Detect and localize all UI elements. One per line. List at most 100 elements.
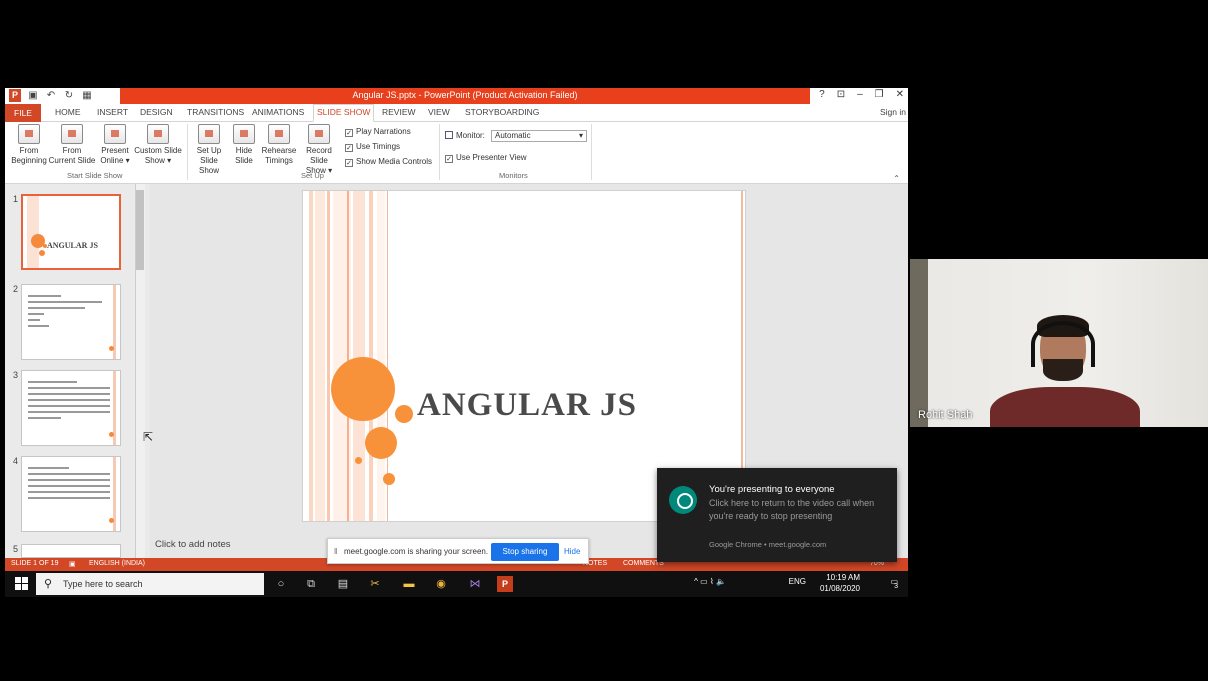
- help-icon[interactable]: ?: [819, 89, 825, 100]
- slideshow-current-icon: [61, 124, 83, 144]
- scrollbar-thumb[interactable]: [136, 190, 144, 270]
- group-label-start: Start Slide Show: [67, 171, 123, 180]
- clock-date[interactable]: 01/08/2020: [820, 584, 860, 593]
- chevron-down-icon: ▾: [578, 131, 583, 140]
- windows-taskbar: ⚲ Type here to search ○ ⧉ ▤ ✂ ▬ ◉ ⋈ P ^ …: [5, 571, 908, 597]
- powerpoint-icon: P: [9, 89, 21, 102]
- record-icon: [308, 124, 330, 144]
- checkmark-icon: ✓: [345, 129, 353, 137]
- group-label-setup: Set Up: [301, 171, 324, 180]
- decorative-circle: [365, 427, 397, 459]
- collapse-ribbon-icon[interactable]: ⌃: [893, 174, 900, 183]
- monitor-select[interactable]: Automatic ▾: [491, 130, 587, 142]
- tab-transitions[interactable]: TRANSITIONS: [187, 107, 244, 117]
- notes-placeholder[interactable]: Click to add notes: [155, 539, 231, 550]
- slide-title[interactable]: ANGULAR JS: [417, 387, 637, 424]
- restore-icon[interactable]: ❐: [875, 89, 884, 100]
- monitor-label: Monitor:: [445, 131, 485, 140]
- drag-handle-icon[interactable]: ‖: [334, 547, 337, 556]
- tab-view[interactable]: VIEW: [428, 107, 450, 117]
- google-meet-icon: [669, 486, 697, 514]
- ribbon-tabs: FILE HOME INSERT DESIGN TRANSITIONS ANIM…: [5, 104, 908, 122]
- set-up-slide-show-button[interactable]: Set Up Slide Show: [189, 124, 229, 176]
- notification-count: 3: [894, 583, 898, 590]
- decorative-circle: [331, 357, 395, 421]
- custom-slide-show-button[interactable]: Custom Slide Show ▾: [133, 124, 183, 166]
- participant-video[interactable]: Rohit Shah: [910, 259, 1208, 427]
- screen-sharing-bar: ‖ meet.google.com is sharing your screen…: [327, 538, 589, 564]
- decorative-circle: [383, 473, 395, 485]
- tab-slide-show[interactable]: SLIDE SHOW: [313, 104, 375, 122]
- spelling-icon[interactable]: ▣: [69, 560, 76, 568]
- tab-design[interactable]: DESIGN: [140, 107, 173, 117]
- tab-home[interactable]: HOME: [55, 107, 81, 117]
- slide-number: 3: [13, 370, 19, 380]
- tab-animations[interactable]: ANIMATIONS: [252, 107, 304, 117]
- notification-source: Google Chrome • meet.google.com: [709, 540, 827, 549]
- rehearse-icon: [268, 124, 290, 144]
- slideshow-start-icon: [18, 124, 40, 144]
- setup-icon: [198, 124, 220, 144]
- from-beginning-button[interactable]: From Beginning: [9, 124, 49, 166]
- sign-in-link[interactable]: Sign in: [880, 107, 906, 117]
- slide-thumbnail-3[interactable]: [21, 370, 121, 446]
- file-icon[interactable]: ▤: [335, 576, 351, 592]
- clock-time[interactable]: 10:19 AM: [826, 573, 860, 582]
- thumbnail-title: ANGULAR JS: [47, 241, 98, 250]
- cortana-icon[interactable]: ○: [273, 576, 289, 592]
- ribbon-display-icon[interactable]: ⊡: [837, 89, 845, 100]
- task-view-icon[interactable]: ⧉: [303, 576, 319, 592]
- chrome-icon[interactable]: ◉: [433, 576, 449, 592]
- windows-start-icon[interactable]: [15, 577, 29, 591]
- hide-slide-button[interactable]: Hide Slide: [231, 124, 257, 166]
- record-slide-show-button[interactable]: Record Slide Show ▾: [297, 124, 341, 176]
- from-current-slide-button[interactable]: From Current Slide: [47, 124, 97, 166]
- powerpoint-taskbar-icon[interactable]: P: [497, 576, 513, 592]
- ribbon: From Beginning From Current Slide Presen…: [5, 122, 908, 184]
- language-tray[interactable]: ENG: [789, 577, 806, 586]
- present-online-button[interactable]: Present Online ▾: [99, 124, 131, 166]
- close-icon[interactable]: ✕: [896, 89, 904, 100]
- minimize-icon[interactable]: –: [857, 89, 863, 100]
- hide-button[interactable]: Hide: [564, 547, 580, 556]
- hide-slide-icon: [233, 124, 255, 144]
- undo-icon[interactable]: ↶: [45, 89, 57, 102]
- slide-number: 4: [13, 456, 19, 466]
- save-icon[interactable]: ▣: [27, 89, 39, 102]
- ribbon-separator: [439, 124, 440, 180]
- custom-show-icon: [147, 124, 169, 144]
- tab-review[interactable]: REVIEW: [382, 107, 416, 117]
- show-media-controls-checkbox[interactable]: ✓ Show Media Controls: [345, 157, 432, 167]
- use-timings-checkbox[interactable]: ✓ Use Timings: [345, 142, 400, 152]
- tools-icon[interactable]: ✂: [367, 576, 383, 592]
- file-explorer-icon[interactable]: ▬: [401, 576, 417, 592]
- window-title: Angular JS.pptx - PowerPoint (Product Ac…: [352, 90, 578, 100]
- title-bar: P ▣ ↶ ↻ ▦ Angular JS.pptx - PowerPoint (…: [5, 88, 908, 104]
- taskbar-search[interactable]: ⚲ Type here to search: [36, 573, 264, 595]
- slide-thumbnail-5[interactable]: [21, 544, 121, 558]
- redo-icon[interactable]: ↻: [63, 89, 75, 102]
- visual-studio-icon[interactable]: ⋈: [467, 576, 483, 592]
- slideshow-icon[interactable]: ▦: [81, 89, 93, 102]
- rehearse-timings-button[interactable]: Rehearse Timings: [261, 124, 297, 166]
- meet-screen: P ▣ ↶ ↻ ▦ Angular JS.pptx - PowerPoint (…: [0, 0, 1208, 681]
- checkmark-icon: ✓: [445, 155, 453, 163]
- tab-storyboarding[interactable]: STORYBOARDING: [465, 107, 539, 117]
- search-placeholder: Type here to search: [63, 579, 143, 589]
- use-presenter-view-checkbox[interactable]: ✓ Use Presenter View: [445, 153, 527, 163]
- tab-insert[interactable]: INSERT: [97, 107, 128, 117]
- slide-thumbnail-1[interactable]: ANGULAR JS: [21, 194, 121, 270]
- checkmark-icon: ✓: [345, 144, 353, 152]
- sharing-message: meet.google.com is sharing your screen.: [344, 547, 489, 556]
- tab-file[interactable]: FILE: [5, 104, 41, 122]
- stop-sharing-button[interactable]: Stop sharing: [491, 543, 559, 561]
- slide-thumbnail-4[interactable]: [21, 456, 121, 532]
- play-narrations-checkbox[interactable]: ✓ Play Narrations: [345, 127, 411, 137]
- quick-access-toolbar: P ▣ ↶ ↻ ▦: [9, 89, 93, 102]
- mouse-pointer-icon: ⇱: [143, 430, 154, 444]
- thumbnail-pane: 1 ANGULAR JS 2 3 4 5: [5, 184, 150, 558]
- tray-icons[interactable]: ^ ▭ ⌇ 🔈: [694, 577, 726, 586]
- presenting-notification[interactable]: You're presenting to everyone Click here…: [657, 468, 897, 562]
- language-indicator[interactable]: ENGLISH (INDIA): [89, 560, 145, 567]
- slide-thumbnail-2[interactable]: [21, 284, 121, 360]
